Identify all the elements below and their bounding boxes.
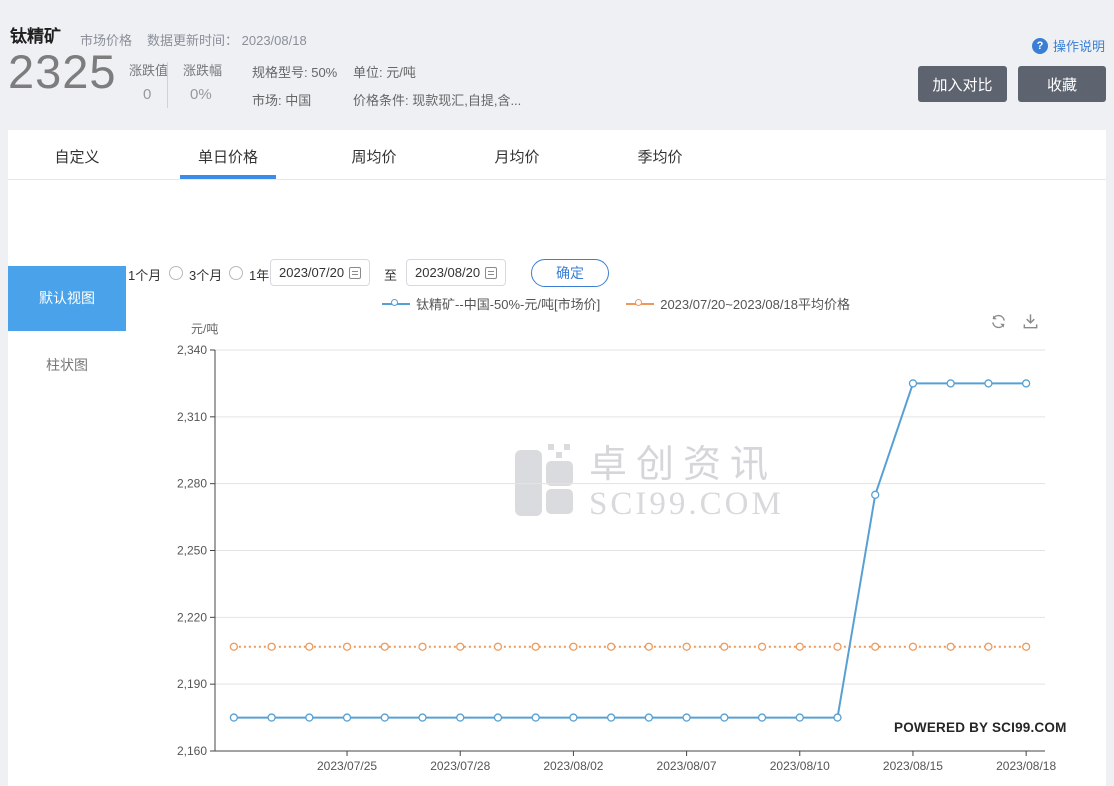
- current-price: 2325: [8, 45, 117, 98]
- help-label: 操作说明: [1053, 39, 1106, 54]
- legend-label: 钛精矿--中国-50%-元/吨[市场价]: [416, 297, 601, 312]
- svg-text:2,340: 2,340: [177, 343, 207, 357]
- line-marker-icon: [382, 299, 411, 308]
- chart-area: 钛精矿--中国-50%-元/吨[市场价] 2023/07/20~2023/08/…: [126, 250, 1106, 786]
- tab-bar: 自定义 单日价格 周均价 月均价 季均价: [8, 130, 1106, 180]
- question-icon: ?: [1032, 37, 1048, 54]
- update-time: 数据更新时间： 2023/08/18: [147, 30, 307, 49]
- powered-by-text: POWERED BY SCI99.COM: [894, 720, 1067, 735]
- svg-text:2,160: 2,160: [177, 744, 207, 758]
- svg-text:2023/08/07: 2023/08/07: [657, 759, 717, 773]
- tab-monthly-avg[interactable]: 月均价: [494, 146, 539, 167]
- svg-text:2023/08/18: 2023/08/18: [996, 759, 1056, 773]
- price-unit: 单位: 元/吨: [353, 65, 416, 80]
- chart-legend: 钛精矿--中国-50%-元/吨[市场价] 2023/07/20~2023/08/…: [126, 294, 1106, 313]
- help-link[interactable]: ? 操作说明: [1032, 36, 1105, 55]
- change-value: 0: [143, 86, 152, 103]
- add-compare-button[interactable]: 加入对比: [918, 66, 1007, 102]
- svg-text:2023/08/02: 2023/08/02: [543, 759, 603, 773]
- legend-label: 2023/07/20~2023/08/18平均价格: [660, 297, 850, 312]
- svg-text:2,190: 2,190: [177, 677, 207, 691]
- tab-daily-price[interactable]: 单日价格: [198, 146, 258, 167]
- spec-model: 规格型号: 50%: [252, 65, 338, 80]
- svg-text:2,220: 2,220: [177, 610, 207, 624]
- header: 钛精矿 市场价格 数据更新时间： 2023/08/18 2325 涨跌值 0 涨…: [0, 0, 1114, 130]
- svg-text:2,280: 2,280: [177, 477, 207, 491]
- filter-row: 时间周期 1个月 3个月 1年 2023/07/20 至 2023/08/20 …: [8, 180, 1106, 287]
- tab-quarterly-avg[interactable]: 季均价: [637, 146, 682, 167]
- sidebar-item-default-view[interactable]: 默认视图: [8, 266, 126, 331]
- refresh-icon[interactable]: [989, 312, 1008, 331]
- svg-text:2023/07/25: 2023/07/25: [317, 759, 377, 773]
- divider: [167, 62, 168, 108]
- svg-text:2,310: 2,310: [177, 410, 207, 424]
- change-pct: 0%: [190, 86, 212, 103]
- main-panel: 自定义 单日价格 周均价 月均价 季均价 时间周期 1个月 3个月 1年 202…: [8, 130, 1106, 786]
- tab-custom[interactable]: 自定义: [54, 146, 99, 167]
- svg-text:2023/08/15: 2023/08/15: [883, 759, 943, 773]
- sidebar-item-bar-chart[interactable]: 柱状图: [8, 355, 126, 375]
- legend-item-average-series[interactable]: 2023/07/20~2023/08/18平均价格: [626, 294, 850, 313]
- download-icon[interactable]: [1021, 312, 1040, 331]
- svg-text:2,250: 2,250: [177, 544, 207, 558]
- line-marker-icon: [626, 299, 655, 308]
- change-pct-label: 涨跌幅: [183, 63, 223, 78]
- update-time-label: 数据更新时间：: [147, 33, 239, 48]
- svg-text:2023/08/10: 2023/08/10: [770, 759, 830, 773]
- tab-weekly-avg[interactable]: 周均价: [351, 146, 396, 167]
- change-value-label: 涨跌值: [129, 63, 169, 78]
- market-region: 市场: 中国: [252, 93, 312, 108]
- chart-toolbar: [989, 312, 1040, 331]
- favorite-button[interactable]: 收藏: [1018, 66, 1106, 102]
- legend-item-price-series[interactable]: 钛精矿--中国-50%-元/吨[市场价]: [382, 294, 600, 313]
- active-tab-indicator: [180, 175, 276, 179]
- y-axis-unit-label: 元/吨: [191, 322, 219, 336]
- svg-text:2023/07/28: 2023/07/28: [430, 759, 490, 773]
- update-time-date: 2023/08/18: [241, 33, 307, 48]
- price-condition: 价格条件: 现款现汇,自提,含...: [353, 93, 522, 108]
